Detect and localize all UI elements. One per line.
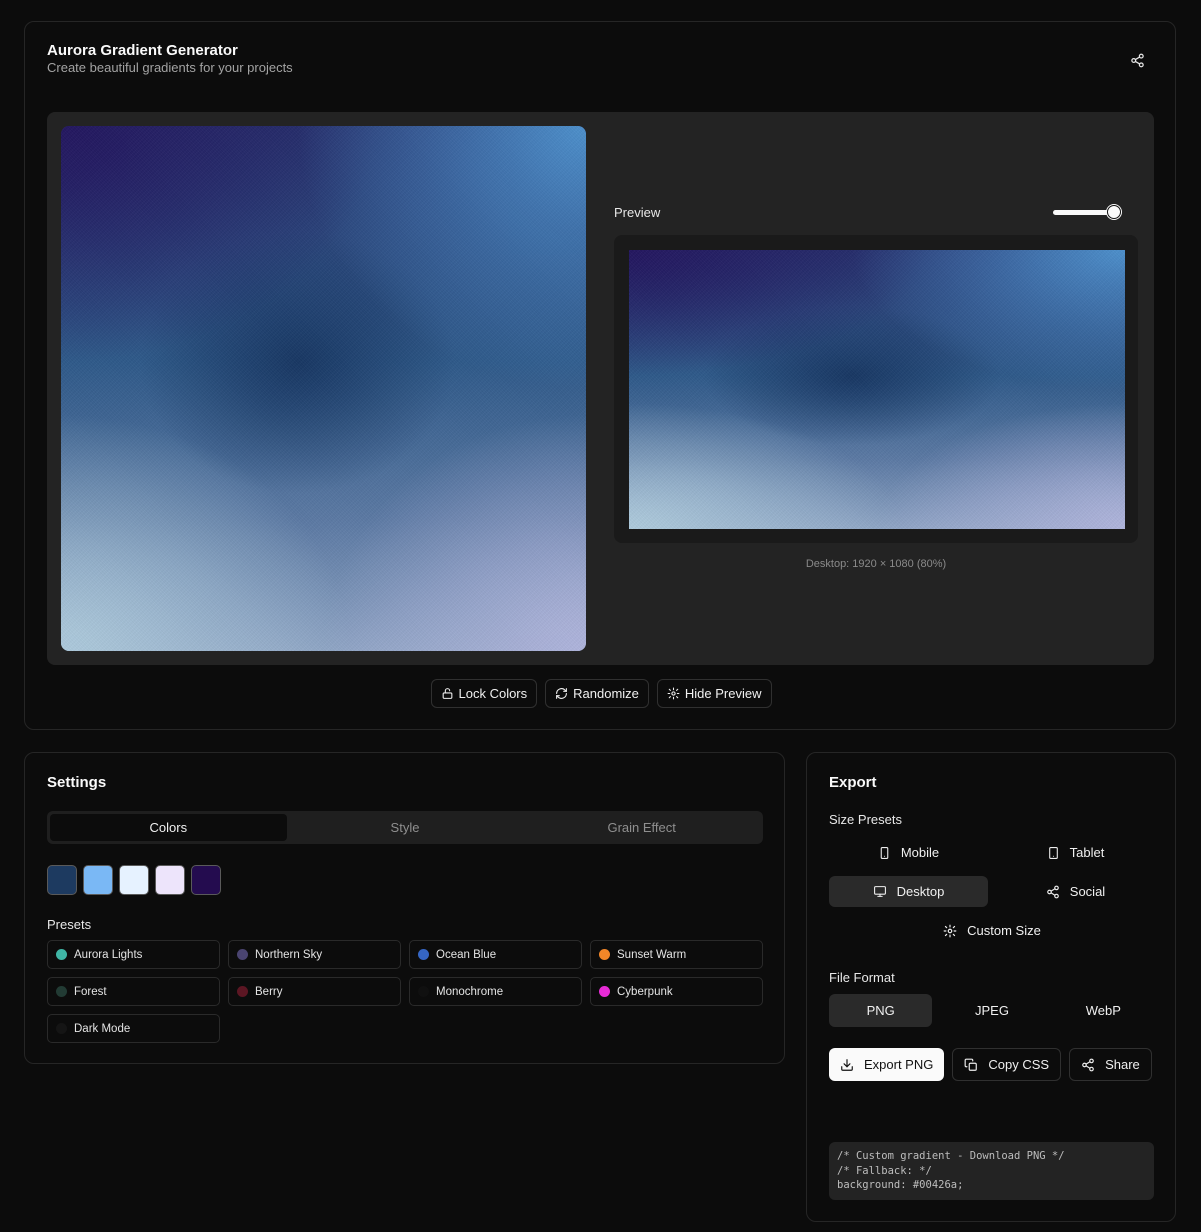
preview-label: Preview xyxy=(614,205,661,220)
size-desktop-label: Desktop xyxy=(896,884,945,899)
custom-size-button[interactable]: Custom Size xyxy=(829,915,1155,946)
preset-ocean-blue[interactable]: Ocean Blue xyxy=(409,940,582,969)
size-mobile-label: Mobile xyxy=(900,845,940,860)
refresh-icon xyxy=(556,688,568,699)
smartphone-icon xyxy=(880,846,889,859)
export-title: Export xyxy=(829,774,877,791)
preview-toggle[interactable] xyxy=(1053,205,1121,220)
download-icon xyxy=(841,1058,853,1071)
preset-label: Forest xyxy=(74,985,107,998)
monitor-icon xyxy=(873,886,886,897)
settings-card: Settings Colors Style Grain Effect Prese… xyxy=(24,752,785,1064)
preset-label: Dark Mode xyxy=(74,1022,131,1035)
size-social-label: Social xyxy=(1069,884,1106,899)
tab-grain-effect[interactable]: Grain Effect xyxy=(523,814,760,841)
export-png-button[interactable]: Export PNG xyxy=(829,1048,945,1081)
share-icon xyxy=(1082,1058,1094,1071)
tab-style[interactable]: Style xyxy=(287,814,524,841)
share-icon xyxy=(1046,885,1059,898)
gradient-stage: Preview Desktop: 1920 × 1080 (80%) xyxy=(47,112,1154,665)
share-label: Share xyxy=(1105,1057,1140,1072)
copy-icon xyxy=(964,1058,978,1071)
format-webp-button[interactable]: WebP xyxy=(1052,994,1155,1027)
format-png-button[interactable]: PNG xyxy=(829,994,933,1027)
preset-aurora-lights[interactable]: Aurora Lights xyxy=(47,940,220,969)
gear-icon xyxy=(667,687,680,700)
lock-colors-button[interactable]: Lock Colors xyxy=(430,679,538,708)
preset-color-dot xyxy=(418,949,429,960)
export-png-label: Export PNG xyxy=(864,1057,934,1072)
copy-css-label: Copy CSS xyxy=(988,1057,1050,1072)
lock-colors-label: Lock Colors xyxy=(458,686,528,701)
file-format-group: PNG JPEG WebP xyxy=(829,994,1155,1027)
preset-color-dot xyxy=(418,986,429,997)
preset-northern-sky[interactable]: Northern Sky xyxy=(228,940,401,969)
preset-forest[interactable]: Forest xyxy=(47,977,220,1006)
tablet-icon xyxy=(1048,846,1058,859)
gradient-canvas[interactable] xyxy=(61,126,586,651)
preset-grid: Aurora Lights Northern Sky Ocean Blue Su… xyxy=(47,940,763,1043)
color-swatch[interactable] xyxy=(47,865,77,895)
custom-size-label: Custom Size xyxy=(967,923,1041,938)
file-format-label: File Format xyxy=(829,970,895,985)
preset-label: Cyberpunk xyxy=(617,985,673,998)
preset-sunset-warm[interactable]: Sunset Warm xyxy=(590,940,763,969)
gradient-actions: Lock Colors Randomize Hide Preview xyxy=(25,679,1177,708)
copy-css-button[interactable]: Copy CSS xyxy=(952,1048,1062,1081)
tab-colors[interactable]: Colors xyxy=(50,814,287,841)
export-actions: Export PNG Copy CSS Share xyxy=(829,1048,1159,1081)
preset-color-dot xyxy=(237,949,248,960)
share-button[interactable]: Share xyxy=(1069,1048,1152,1081)
hide-preview-label: Hide Preview xyxy=(684,686,762,701)
color-swatch[interactable] xyxy=(155,865,185,895)
size-presets-label: Size Presets xyxy=(829,812,902,827)
format-jpeg-button[interactable]: JPEG xyxy=(940,994,1043,1027)
preset-label: Berry xyxy=(255,985,283,998)
preset-color-dot xyxy=(599,986,610,997)
generator-card: Aurora Gradient Generator Create beautif… xyxy=(24,21,1176,730)
preset-label: Sunset Warm xyxy=(617,948,687,961)
randomize-button[interactable]: Randomize xyxy=(545,679,649,708)
preset-dark-mode[interactable]: Dark Mode xyxy=(47,1014,220,1043)
preset-label: Aurora Lights xyxy=(74,948,143,961)
preset-label: Ocean Blue xyxy=(436,948,497,961)
size-social-button[interactable]: Social xyxy=(996,876,1155,907)
hide-preview-button[interactable]: Hide Preview xyxy=(656,679,772,708)
preview-gradient xyxy=(629,250,1125,529)
preset-berry[interactable]: Berry xyxy=(228,977,401,1006)
preset-monochrome[interactable]: Monochrome xyxy=(409,977,582,1006)
preset-color-dot xyxy=(56,986,67,997)
preset-color-dot xyxy=(599,949,610,960)
preset-color-dot xyxy=(237,986,248,997)
settings-tabs: Colors Style Grain Effect xyxy=(47,811,763,844)
color-swatches xyxy=(47,865,221,895)
preset-label: Monochrome xyxy=(436,985,504,998)
preset-cyberpunk[interactable]: Cyberpunk xyxy=(590,977,763,1006)
preset-label: Northern Sky xyxy=(255,948,323,961)
app-subtitle: Create beautiful gradients for your proj… xyxy=(47,60,293,75)
presets-label: Presets xyxy=(47,917,92,932)
app-title: Aurora Gradient Generator xyxy=(47,42,238,59)
size-tablet-button[interactable]: Tablet xyxy=(996,837,1155,868)
color-swatch[interactable] xyxy=(119,865,149,895)
preset-color-dot xyxy=(56,1023,67,1034)
preview-caption: Desktop: 1920 × 1080 (80%) xyxy=(805,558,947,570)
settings-title: Settings xyxy=(47,774,107,791)
share-icon[interactable] xyxy=(1127,50,1147,70)
size-tablet-label: Tablet xyxy=(1069,845,1105,860)
color-swatch[interactable] xyxy=(191,865,221,895)
gear-icon xyxy=(943,924,957,937)
preset-color-dot xyxy=(56,949,67,960)
size-mobile-button[interactable]: Mobile xyxy=(829,837,988,868)
randomize-label: Randomize xyxy=(573,686,639,701)
preview-frame xyxy=(614,235,1138,543)
export-card: Export Size Presets Mobile Tablet Deskto… xyxy=(806,752,1176,1222)
size-desktop-button[interactable]: Desktop xyxy=(829,876,988,907)
color-swatch[interactable] xyxy=(83,865,113,895)
css-code-block[interactable]: /* Custom gradient - Download PNG */ /* … xyxy=(829,1142,1154,1200)
lock-icon xyxy=(442,688,452,699)
